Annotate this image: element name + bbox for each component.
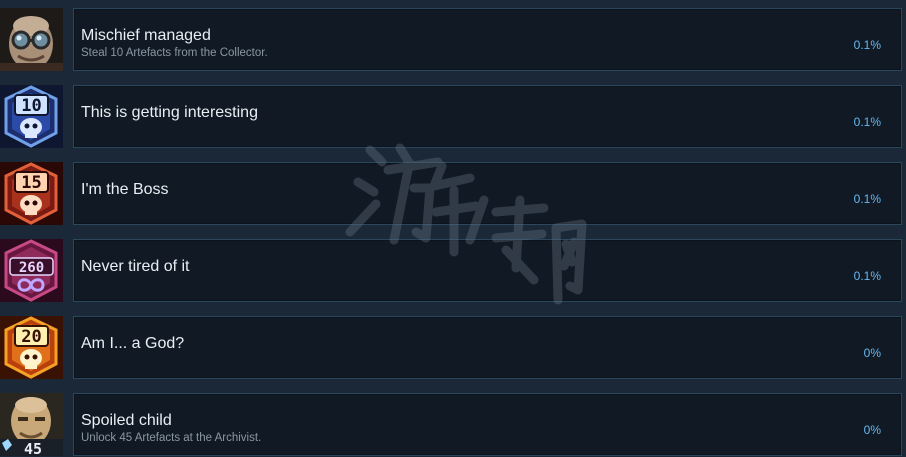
- skull-badge-10-icon: 10: [0, 85, 63, 148]
- unlock-percentage: 0.1%: [853, 269, 881, 283]
- achievement-description: Steal 10 Artefacts from the Collector.: [81, 47, 268, 59]
- achievement-row[interactable]: 10 This is getting interesting 0.1%: [0, 85, 906, 148]
- achievement-row[interactable]: 45 Spoiled child Unlock 45 Artefacts at …: [0, 393, 906, 456]
- achievement-row[interactable]: Mischief managed Steal 10 Artefacts from…: [0, 8, 906, 71]
- achievement-title: Mischief managed: [81, 27, 211, 44]
- icon-badge-number: 15: [21, 173, 41, 193]
- achievement-card: Never tired of it 0.1%: [73, 239, 902, 302]
- unlock-percentage: 0.1%: [853, 192, 881, 206]
- skull-badge-15-icon: 15: [0, 162, 63, 225]
- skull-badge-20-icon: 20: [0, 316, 63, 379]
- achievement-title: Am I... a God?: [81, 335, 185, 352]
- unlock-percentage: 0%: [863, 346, 881, 360]
- achievement-row[interactable]: 260 Never tired of it 0.1%: [0, 239, 906, 302]
- achievement-title: Never tired of it: [81, 258, 190, 275]
- infinity-badge-260-icon: 260: [0, 239, 63, 302]
- achievement-card: Spoiled child Unlock 45 Artefacts at the…: [73, 393, 902, 456]
- achievement-row[interactable]: 15 I'm the Boss 0.1%: [0, 162, 906, 225]
- achievement-card: This is getting interesting 0.1%: [73, 85, 902, 148]
- unlock-percentage: 0.1%: [853, 38, 881, 52]
- achievement-card: I'm the Boss 0.1%: [73, 162, 902, 225]
- unlock-percentage: 0.1%: [853, 115, 881, 129]
- goggled-old-man-portrait-icon: [0, 8, 63, 71]
- achievement-row[interactable]: 20 Am I... a God? 0%: [0, 316, 906, 379]
- bald-man-portrait-45-icon: 45: [0, 393, 63, 456]
- icon-badge-number: 45: [24, 440, 42, 456]
- achievement-title: This is getting interesting: [81, 104, 258, 121]
- unlock-percentage: 0%: [863, 423, 881, 437]
- icon-badge-number: 20: [21, 327, 41, 347]
- achievement-card: Am I... a God? 0%: [73, 316, 902, 379]
- achievement-title: I'm the Boss: [81, 181, 169, 198]
- icon-badge-number: 260: [19, 260, 44, 276]
- achievement-description: Unlock 45 Artefacts at the Archivist.: [81, 432, 262, 444]
- achievement-card: Mischief managed Steal 10 Artefacts from…: [73, 8, 902, 71]
- icon-badge-number: 10: [21, 96, 41, 116]
- achievement-title: Spoiled child: [81, 412, 172, 429]
